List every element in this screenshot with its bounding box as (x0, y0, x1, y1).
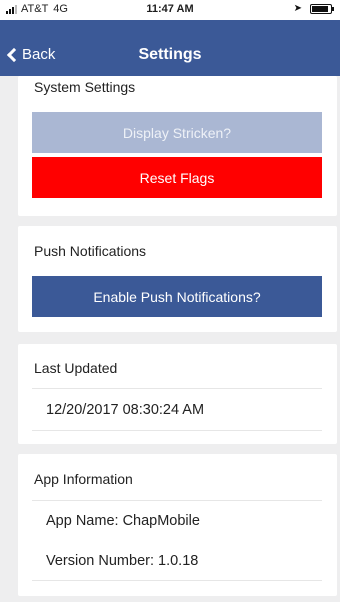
push-notifications-heading: Push Notifications (34, 243, 147, 259)
display-stricken-button[interactable]: Display Stricken? (32, 112, 322, 153)
status-time: 11:47 AM (146, 3, 194, 15)
enable-push-notifications-button[interactable]: Enable Push Notifications? (32, 276, 322, 317)
status-right: ➤ (293, 3, 334, 14)
push-notifications-card: Push Notifications Enable Push Notificat… (18, 226, 337, 332)
app-name-row: App Name: ChapMobile (46, 513, 200, 529)
last-updated-card: Last Updated 12/20/2017 08:30:24 AM (18, 344, 337, 444)
divider (32, 580, 322, 581)
system-settings-card: System Settings Display Stricken? Reset … (18, 76, 337, 216)
divider (32, 430, 322, 431)
system-settings-heading: System Settings (34, 79, 136, 95)
app-information-heading: App Information (34, 471, 133, 487)
last-updated-heading: Last Updated (34, 360, 118, 376)
divider (32, 500, 322, 501)
app-information-card: App Information App Name: ChapMobile Ver… (18, 454, 337, 596)
page-title: Settings (138, 46, 202, 63)
navigation-bar: Back Settings (0, 20, 340, 76)
last-updated-value: 12/20/2017 08:30:24 AM (46, 402, 205, 418)
version-number-row: Version Number: 1.0.18 (46, 553, 199, 569)
status-bar: AT&T 4G 11:47 AM ➤ (0, 0, 340, 20)
reset-flags-button[interactable]: Reset Flags (32, 157, 322, 198)
battery-icon (310, 3, 334, 14)
divider (32, 388, 322, 389)
location-arrow-icon: ➤ (293, 3, 302, 14)
